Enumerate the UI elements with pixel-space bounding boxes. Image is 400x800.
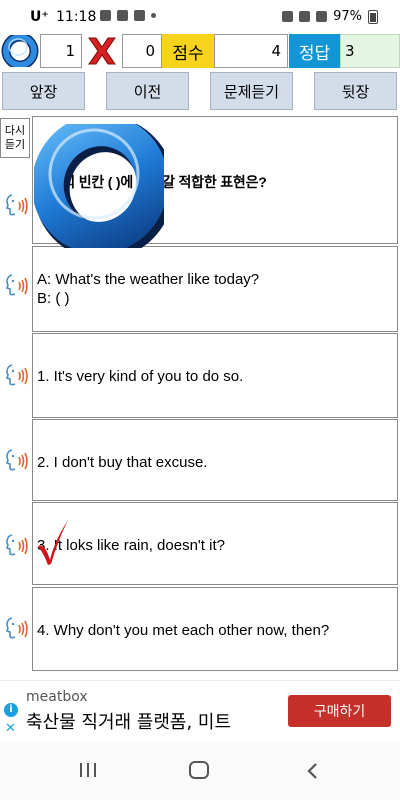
option-text: 2. I don't buy that excuse. (37, 454, 208, 471)
dialog-card: A: What's the weather like today? B: ( ) (32, 246, 398, 332)
previous-button[interactable]: 이전 (106, 72, 189, 110)
clock: 11:18 (56, 9, 97, 25)
score-value: 4 (214, 34, 288, 68)
battery-icon (368, 9, 378, 24)
signal-icon (316, 11, 328, 22)
score-row: 1 0 점수 4 정답 3 (0, 34, 400, 68)
replay-button[interactable]: 다시 듣기 (0, 118, 30, 158)
volte-icon (299, 11, 311, 22)
back-icon[interactable] (305, 762, 319, 780)
red-check-icon (38, 520, 68, 565)
speaker-icon[interactable] (4, 448, 32, 474)
recent-apps-icon[interactable] (78, 762, 98, 778)
dialog-line-a: A: What's the weather like today? (37, 271, 260, 288)
mail-icon (117, 10, 128, 21)
notification-icons (100, 10, 156, 21)
more-dot-icon (151, 13, 156, 18)
option-3[interactable]: 3. It loks like rain, doesn't it? (32, 502, 398, 585)
next-page-button[interactable]: 뒷장 (314, 72, 397, 110)
option-1[interactable]: 1. It's very kind of you to do so. (32, 333, 398, 418)
gallery-icon (100, 10, 111, 21)
ad-brand: meatbox (26, 689, 88, 705)
info-icon[interactable]: i (4, 703, 18, 717)
replay-label-line1: 다시 (4, 124, 26, 137)
speaker-icon[interactable] (4, 363, 32, 389)
option-text: 1. It's very kind of you to do so. (37, 368, 244, 385)
replay-label-line2: 듣기 (4, 138, 26, 151)
nav-row: 앞장 이전 문제듣기 뒷장 (0, 72, 400, 112)
home-icon[interactable] (189, 761, 209, 779)
listen-question-button[interactable]: 문제듣기 (210, 72, 293, 110)
score-label: 점수 (162, 34, 214, 68)
ad-banner[interactable]: i ✕ meatbox 축산물 직거래 플랫폼, 미트 구매하기 (0, 680, 400, 740)
correct-count: 1 (40, 34, 82, 68)
correct-icon (0, 34, 40, 68)
wrong-count: 0 (122, 34, 162, 68)
speaker-icon[interactable] (4, 533, 32, 559)
carrier-label: U⁺ (30, 9, 49, 25)
option-2[interactable]: 2. I don't buy that excuse. (32, 419, 398, 501)
option-text: 4. Why don't you met each other now, the… (37, 622, 330, 639)
dialog-line-b: B: ( ) (37, 290, 70, 307)
youtube-icon (134, 10, 145, 21)
option-4[interactable]: 4. Why don't you met each other now, the… (32, 587, 398, 671)
first-page-button[interactable]: 앞장 (2, 72, 85, 110)
correct-result-icon (34, 124, 164, 248)
close-icon[interactable]: ✕ (5, 721, 16, 736)
system-icons: 97% (282, 9, 378, 24)
answer-value: 3 (340, 34, 400, 68)
wrong-icon (82, 34, 122, 68)
speaker-icon[interactable] (4, 616, 32, 642)
battery-percent: 97% (333, 9, 362, 24)
ad-buy-button[interactable]: 구매하기 (288, 695, 391, 727)
ad-slogan: 축산물 직거래 플랫폼, 미트 (26, 712, 232, 733)
speaker-icon[interactable] (4, 193, 32, 219)
answer-label: 정답 (289, 34, 340, 68)
system-nav-bar (0, 742, 400, 800)
alarm-icon (282, 11, 294, 22)
status-bar: U⁺ 11:18 97% (0, 0, 400, 34)
speaker-icon[interactable] (4, 273, 32, 299)
